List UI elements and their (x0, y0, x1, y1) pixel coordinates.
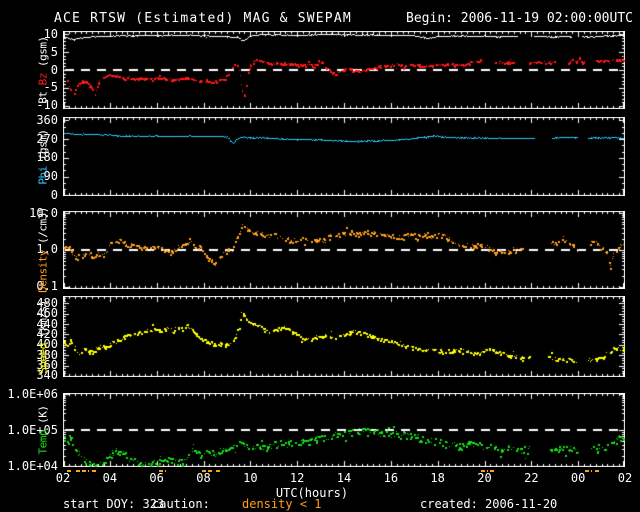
panel-canvas-temp (63, 393, 625, 467)
caution-label: caution: (152, 497, 210, 511)
y-axis-title-part: (km/s) (36, 299, 50, 343)
x-tick-label: 10 (243, 471, 258, 485)
y-axis-title-temp: Temp (K) (37, 406, 50, 455)
x-tick-label: 20 (477, 471, 492, 485)
caution-marker (594, 470, 601, 472)
x-tick-label: 02 (55, 471, 71, 485)
y-axis-title-part: Speed (36, 342, 50, 374)
y-axis-title-part: (/cm3) (36, 207, 50, 250)
y-tick-label: 0.1 (36, 279, 58, 294)
y-tick-label: 1.0 (36, 242, 58, 257)
caution-marker (66, 470, 72, 472)
y-axis-title-part: Bt (36, 85, 50, 104)
x-tick-label: 22 (524, 471, 539, 485)
y-tick-label: 1.0E+06 (7, 386, 58, 401)
x-tick-label: 02 (617, 471, 633, 485)
y-tick-label: -5 (43, 80, 58, 95)
y-axis-title-part: (gsm) (36, 128, 50, 166)
y-axis-title-part: (gsm) (36, 36, 50, 74)
y-axis-title-part: Density (36, 250, 50, 293)
created-timestamp: created: 2006-11-20 01:43:15UTC (420, 497, 558, 512)
y-axis-title-part: Temp (36, 430, 50, 455)
caution-marker (159, 470, 167, 472)
x-tick-label: 18 (430, 471, 445, 485)
x-tick-label: 04 (102, 471, 118, 485)
y-tick-label: 1.0E+05 (7, 422, 58, 437)
y-tick-label: 0 (50, 188, 58, 202)
caution-marker (216, 470, 220, 472)
ace-rtsw-figure: ACE RTSW (Estimated) MAG & SWEPAM Begin:… (0, 0, 640, 512)
caution-density-value: density < 1 (242, 497, 322, 511)
x-tick-label: 08 (196, 471, 211, 485)
plot-title: ACE RTSW (Estimated) MAG & SWEPAM (54, 11, 352, 26)
x-tick-label: 14 (336, 471, 352, 485)
panel-canvas-speed (63, 296, 625, 377)
start-doy-label: start DOY: 323 (63, 497, 165, 511)
y-tick-label: 10.0 (29, 205, 58, 220)
caution-marker (585, 470, 593, 472)
y-tick-label: -10 (36, 98, 58, 113)
panel-canvas-bt-bz (63, 31, 625, 109)
y-axis-title-density: Density (/cm3) (37, 207, 50, 293)
y-tick-label: 10 (43, 26, 58, 41)
y-tick-label: 340 (36, 368, 58, 383)
x-tick-label: 00 (570, 471, 586, 485)
caution-marker (480, 470, 488, 472)
y-tick-label: 360 (36, 112, 58, 127)
y-tick-label: 1.0E+04 (7, 459, 58, 473)
caution-marker (202, 470, 215, 472)
panel-canvas-phi (63, 117, 625, 196)
x-tick-label: 16 (383, 471, 399, 485)
caution-marker (75, 470, 89, 472)
y-axis-title-speed: Speed (km/s) (37, 300, 50, 373)
y-tick-label: 270 (36, 131, 58, 146)
panel-canvas-density (63, 211, 625, 289)
y-tick-label: 180 (36, 150, 58, 165)
y-axis-title-part: (K) (36, 405, 50, 430)
begin-timestamp: Begin: 2006-11-19 02:00:00UTC (406, 11, 633, 26)
y-axis-title-phi: Phi (gsm) (37, 129, 50, 184)
caution-marker (92, 470, 97, 472)
y-axis-title-part: Phi (36, 165, 50, 185)
y-axis-title-part: Bz (36, 73, 50, 86)
y-tick-label: 90 (43, 169, 58, 184)
x-tick-label: 12 (289, 471, 305, 485)
caution-marker (490, 470, 496, 472)
x-tick-label: 06 (149, 471, 164, 485)
y-tick-label: 5 (50, 44, 58, 59)
y-axis-title-bt-bz: Bt Bz (gsm) (37, 36, 50, 103)
y-tick-label: 0 (50, 62, 58, 77)
